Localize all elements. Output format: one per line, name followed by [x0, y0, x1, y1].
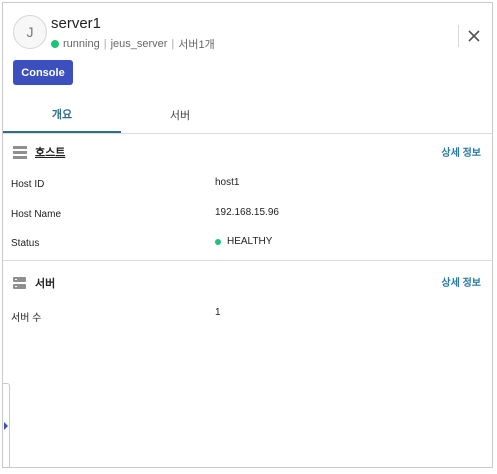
- host-id-value: host1: [215, 177, 240, 188]
- separator: |: [103, 38, 107, 50]
- status-text: running: [63, 38, 100, 50]
- close-icon: [468, 30, 480, 42]
- server-icon: [13, 277, 26, 289]
- server-detail-link[interactable]: 상세 정보: [441, 274, 481, 289]
- host-name-label: Host Name: [11, 209, 62, 220]
- host-icon: [13, 145, 27, 159]
- expand-arrow-icon: [4, 422, 8, 430]
- tab-bar: 개요 서버: [3, 97, 492, 134]
- tab-overview[interactable]: 개요: [3, 97, 121, 133]
- server-count: 서버1개: [178, 39, 215, 51]
- status-label: Status: [11, 238, 40, 249]
- status-value-text: HEALTHY: [227, 236, 273, 247]
- header-divider: [458, 25, 459, 47]
- side-expand-handle[interactable]: [3, 383, 10, 467]
- status-dot-icon: [51, 40, 59, 48]
- separator: |: [171, 38, 175, 50]
- tab-server[interactable]: 서버: [121, 97, 239, 132]
- section-divider: [3, 260, 492, 261]
- console-button[interactable]: Console: [13, 60, 73, 85]
- host-name-value: 192.168.15.96: [215, 207, 279, 218]
- server-count-value: 1: [215, 307, 221, 318]
- server-section-header: 서버: [13, 275, 55, 291]
- page-title: server1: [51, 15, 102, 32]
- server-count-label: 서버 수: [11, 313, 42, 324]
- server-subline: running | jeus_server | 서버1개: [51, 36, 215, 52]
- host-section-header: 호스트: [13, 144, 65, 160]
- avatar-letter: J: [26, 24, 34, 40]
- host-id-label: Host ID: [11, 179, 45, 190]
- close-button[interactable]: [463, 25, 485, 47]
- host-section-title: 호스트: [35, 147, 66, 159]
- health-dot-icon: [215, 238, 221, 245]
- server-detail-panel: J server1 running | jeus_server | 서버1개 C…: [2, 2, 493, 468]
- avatar: J: [13, 15, 47, 49]
- server-type: jeus_server: [110, 38, 168, 50]
- status-value: HEALTHY: [215, 236, 272, 247]
- host-detail-link[interactable]: 상세 정보: [441, 144, 481, 159]
- server-section-title: 서버: [35, 278, 56, 290]
